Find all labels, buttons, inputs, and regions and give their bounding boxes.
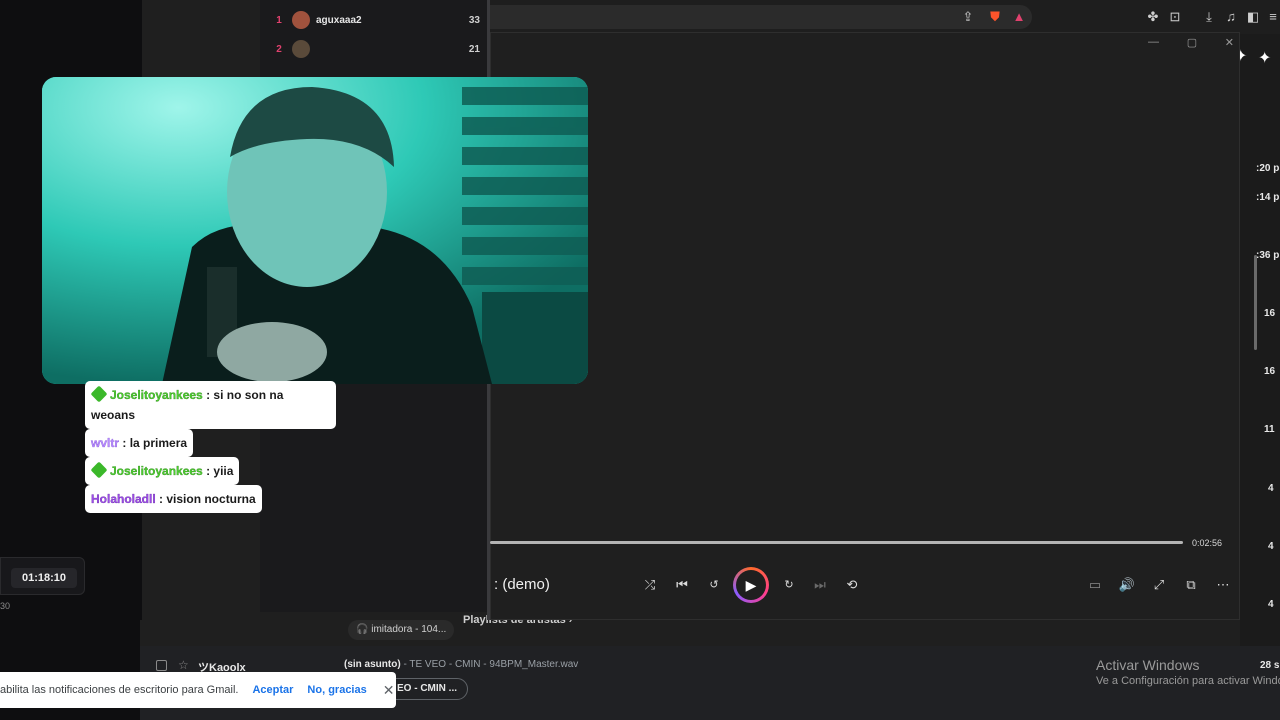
tag-label: imitadora - 104...: [371, 624, 447, 635]
chat-text-continued: weoans: [91, 408, 136, 422]
email-snippet: - TE VEO - CMIN - 94BPM_Master.wav: [400, 659, 579, 670]
cast-icon[interactable]: ⧉: [1180, 574, 1202, 596]
email-time: :20 p: [1256, 163, 1280, 174]
star-icon[interactable]: ☆: [178, 658, 189, 672]
tag-chip[interactable]: 🎧 imitadora - 104...: [348, 620, 455, 640]
volume-icon[interactable]: 🔊: [1116, 574, 1138, 596]
chat-text: : vision nocturna: [159, 492, 256, 506]
media-player-window: [490, 32, 1240, 620]
close-icon[interactable]: ✕: [383, 682, 395, 699]
chat-username: Joselitoyankees: [110, 464, 203, 478]
chat-text: : si no son na: [206, 388, 284, 402]
chat-message: wvltr : la primera: [85, 429, 194, 457]
email-time: 4: [1268, 483, 1274, 494]
email-time: 11: [1264, 424, 1275, 435]
webcam-feed: [42, 77, 588, 384]
leaderboard-name: aguxaaa2: [316, 14, 362, 26]
repeat-icon[interactable]: ⟲: [841, 574, 863, 596]
maximize-icon[interactable]: ▢: [1187, 36, 1197, 54]
badge-icon: [90, 461, 108, 479]
brave-shield-icon[interactable]: ⛊: [986, 8, 1004, 26]
chat-message: Joselitoyankees : si no son na weoans: [85, 381, 336, 429]
email-time: 4: [1268, 541, 1274, 552]
menu-icon[interactable]: ≡: [1264, 8, 1280, 26]
chat-username: Holaholadll: [91, 492, 156, 506]
rewards-icon[interactable]: ▲: [1010, 8, 1028, 26]
watermark-subtitle: Ve a Configuración para activar Windows.: [1096, 675, 1280, 687]
download-icon[interactable]: ⤓: [1200, 8, 1218, 26]
decline-button[interactable]: No, gracias: [307, 684, 366, 696]
chat-text: : la primera: [122, 436, 188, 450]
stream-timer-value: 01:18:10: [11, 568, 77, 588]
badge-icon: [90, 385, 108, 403]
next-icon[interactable]: ⏭: [809, 574, 831, 596]
gmail-email-list-times: :20 p :14 p :36 p 16 16 11 4 4 4: [1240, 30, 1280, 720]
leaderboard-rank: 1: [276, 14, 282, 26]
notification-banner: abilita las notificaciones de escritorio…: [0, 672, 396, 708]
close-icon[interactable]: ✕: [1225, 36, 1234, 54]
leaderboard-row: 2 21: [270, 36, 480, 62]
more-options-icon[interactable]: ⋯: [1212, 574, 1234, 596]
leaderboard-row: 1 aguxaaa2 33: [270, 7, 480, 33]
gmail-scrollbar[interactable]: [1254, 255, 1257, 350]
email-time: :14 p: [1256, 192, 1280, 203]
play-icon: ▶: [736, 570, 766, 600]
email-time: 16: [1264, 366, 1276, 377]
chat-username: wvltr: [91, 436, 120, 450]
email-checkbox[interactable]: [156, 660, 167, 671]
screenshot-icon[interactable]: ⊡: [1166, 8, 1184, 26]
sidebar-icon[interactable]: ◧: [1244, 8, 1262, 26]
fullscreen-icon[interactable]: ⤢: [1148, 574, 1170, 596]
stream-small-label: 30: [0, 601, 11, 611]
headphones-icon: 🎧: [356, 624, 369, 635]
rewind-10-icon[interactable]: ↺: [703, 574, 725, 596]
progress-bar[interactable]: [490, 541, 1183, 544]
watermark-title: Activar Windows: [1096, 657, 1200, 673]
avatar: [292, 40, 310, 58]
progress-time: 0:02:56: [1192, 538, 1223, 548]
leaderboard-score: 21: [468, 43, 480, 55]
windows-activation-watermark: Activar Windows Ve a Configuración para …: [1096, 657, 1280, 687]
shuffle-icon[interactable]: ⤮: [639, 574, 661, 596]
chat-message: Joselitoyankees : yiia: [85, 457, 240, 485]
play-button[interactable]: ▶: [733, 567, 769, 603]
address-bar[interactable]: [490, 5, 1032, 29]
track-title: : (demo): [494, 576, 550, 593]
gemini-icon[interactable]: ✦: [1258, 48, 1271, 68]
webcam-image: [42, 77, 588, 384]
leaderboard-score: 33: [468, 14, 480, 26]
attachment-chip[interactable]: EO - CMIN ...: [386, 678, 468, 700]
extensions-icon[interactable]: ✤: [1144, 8, 1162, 26]
email-time: 4: [1268, 599, 1274, 610]
media-icon[interactable]: ♫: [1222, 8, 1240, 26]
email-time: :36 p: [1256, 250, 1280, 261]
minimize-icon[interactable]: —: [1148, 36, 1159, 54]
stream-timer: 01:18:10: [0, 557, 85, 595]
avatar: [292, 11, 310, 29]
email-time: 16: [1264, 308, 1276, 319]
forward-30-icon[interactable]: ↻: [778, 574, 800, 596]
share-icon[interactable]: ⇪: [959, 8, 977, 26]
email-subject: (sin asunto): [344, 659, 401, 670]
email-preview: (sin asunto) - TE VEO - CMIN - 94BPM_Mas…: [344, 659, 578, 670]
leaderboard-rank: 2: [276, 43, 282, 55]
chat-text: : yiia: [206, 464, 234, 478]
notification-text: abilita las notificaciones de escritorio…: [0, 684, 239, 696]
window-controls: — ▢ ✕: [1148, 36, 1234, 54]
previous-icon[interactable]: ⏮: [671, 574, 693, 596]
miniplayer-icon[interactable]: ▭: [1084, 574, 1106, 596]
chat-username: Joselitoyankees: [110, 388, 203, 402]
accept-button[interactable]: Aceptar: [252, 684, 293, 696]
chat-message: Holaholadll : vision nocturna: [85, 485, 262, 513]
